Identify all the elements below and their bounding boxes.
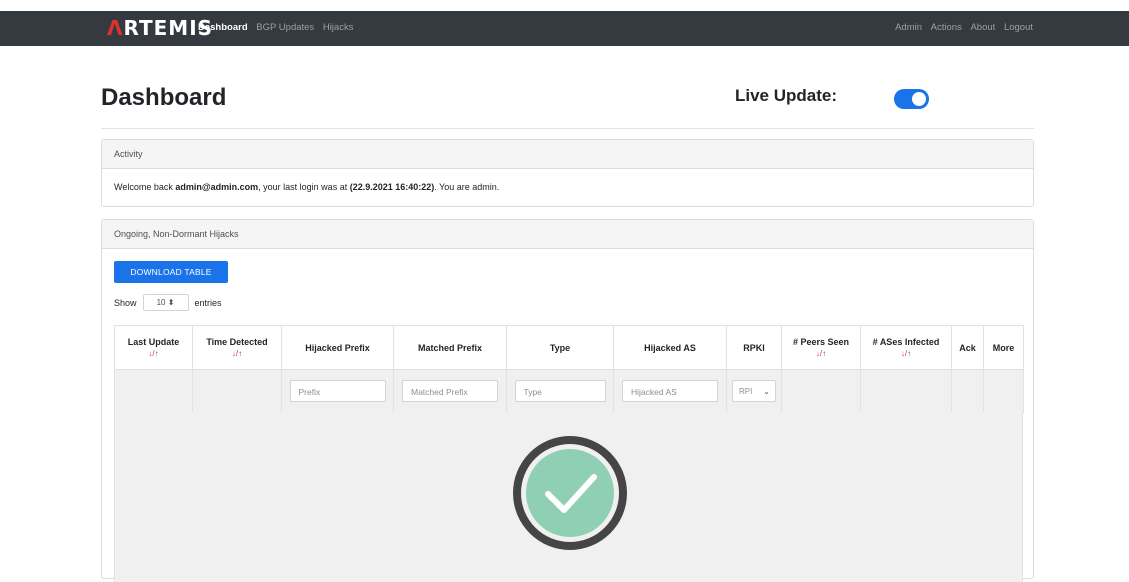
top-navbar: ΛRTEMIS Dashboard BGP Updates Hijacks Ad… bbox=[0, 11, 1129, 46]
filter-cell-empty bbox=[114, 369, 193, 413]
filter-cell: Type bbox=[506, 369, 614, 413]
sort-up-icon: ↑ bbox=[907, 348, 912, 358]
sort-arrows-icon[interactable]: ↓/↑ bbox=[861, 348, 951, 360]
sort-up-icon: ↑ bbox=[822, 348, 827, 358]
sort-arrows-icon[interactable]: ↓/↑ bbox=[115, 348, 192, 360]
header-divider bbox=[101, 128, 1034, 129]
entries-label: entries bbox=[194, 297, 222, 308]
type-filter-input[interactable]: Type bbox=[514, 380, 606, 402]
filter-cell-empty bbox=[781, 369, 861, 413]
col-rpki: RPKI bbox=[726, 325, 782, 370]
col-matched-prefix: Matched Prefix bbox=[393, 325, 507, 370]
matched-prefix-filter-input[interactable]: Matched Prefix bbox=[402, 380, 498, 402]
logo-accent: Λ bbox=[107, 16, 124, 40]
filter-cell: Hijacked AS bbox=[613, 369, 727, 413]
nav-admin-link[interactable]: Admin bbox=[895, 22, 922, 33]
toggle-knob bbox=[912, 92, 926, 106]
hijacks-card: Ongoing, Non-Dormant Hijacks DOWNLOAD TA… bbox=[101, 219, 1034, 582]
sort-arrows-icon[interactable]: ↓/↑ bbox=[193, 348, 281, 360]
nav-bgp-updates-link[interactable]: BGP Updates bbox=[256, 22, 314, 33]
col-peers-seen-label: # Peers Seen bbox=[792, 336, 850, 347]
col-more: More bbox=[983, 325, 1024, 370]
entries-select[interactable]: 10 ⬍ bbox=[142, 294, 189, 311]
nav-dashboard-link[interactable]: Dashboard bbox=[198, 22, 248, 33]
col-ack: Ack bbox=[951, 325, 984, 370]
col-hijacked-prefix: Hijacked Prefix bbox=[281, 325, 394, 370]
nav-about-link[interactable]: About bbox=[970, 22, 995, 33]
col-ases-infected[interactable]: # ASes Infected ↓/↑ bbox=[860, 325, 952, 370]
show-label: Show bbox=[114, 297, 137, 308]
table-empty-state bbox=[114, 412, 1023, 582]
col-last-update-label: Last Update bbox=[127, 336, 180, 347]
select-caret-icon: ⬍ bbox=[167, 298, 175, 307]
prefix-filter-input[interactable]: Prefix bbox=[289, 380, 386, 402]
filter-cell-empty bbox=[983, 369, 1024, 413]
col-time-detected[interactable]: Time Detected ↓/↑ bbox=[192, 325, 282, 370]
nav-left-links: Dashboard BGP Updates Hijacks bbox=[198, 22, 359, 33]
sort-up-icon: ↑ bbox=[154, 348, 159, 358]
col-time-detected-label: Time Detected bbox=[206, 336, 268, 347]
col-last-update[interactable]: Last Update ↓/↑ bbox=[114, 325, 193, 370]
activity-card: Activity Welcome back admin@admin.com, y… bbox=[101, 139, 1034, 207]
filter-cell-empty bbox=[860, 369, 952, 413]
col-type: Type bbox=[506, 325, 614, 370]
table-header-row: Last Update ↓/↑ Time Detected ↓/↑ Hijack… bbox=[114, 325, 1024, 370]
rpki-filter-value: RPI bbox=[739, 387, 753, 396]
col-hijacked-as: Hijacked AS bbox=[613, 325, 727, 370]
filter-cell-empty bbox=[192, 369, 282, 413]
entries-value: 10 bbox=[156, 298, 166, 307]
page-title: Dashboard bbox=[101, 84, 227, 111]
hijacks-table: Last Update ↓/↑ Time Detected ↓/↑ Hijack… bbox=[114, 325, 1024, 413]
live-update-label: Live Update: bbox=[735, 86, 838, 105]
rpki-filter-select[interactable]: RPI ⌄ bbox=[732, 380, 776, 402]
last-login-time: (22.9.2021 16:40:22) bbox=[349, 182, 435, 192]
last-login-text: , your last login was at bbox=[258, 182, 350, 192]
filter-cell: Prefix bbox=[281, 369, 394, 413]
role-text: . You are admin. bbox=[434, 182, 500, 192]
nav-logout-link[interactable]: Logout bbox=[1004, 22, 1033, 33]
download-table-button[interactable]: DOWNLOAD TABLE bbox=[114, 261, 228, 283]
checkmark-circle-icon bbox=[513, 436, 627, 550]
nav-hijacks-link[interactable]: Hijacks bbox=[323, 22, 354, 33]
welcome-prefix: Welcome back bbox=[114, 182, 176, 192]
live-update-toggle[interactable] bbox=[894, 89, 929, 109]
sort-arrows-icon[interactable]: ↓/↑ bbox=[782, 348, 860, 360]
activity-card-header: Activity bbox=[102, 140, 1033, 169]
entries-length-control: Show 10 ⬍ entries bbox=[114, 294, 222, 311]
nav-right-links: Admin Actions About Logout bbox=[889, 22, 1033, 33]
activity-message: Welcome back admin@admin.com, your last … bbox=[102, 169, 1033, 206]
hijacked-as-filter-input[interactable]: Hijacked AS bbox=[622, 380, 718, 402]
filter-cell-empty bbox=[951, 369, 984, 413]
chevron-down-icon: ⌄ bbox=[763, 387, 770, 396]
nav-actions-link[interactable]: Actions bbox=[931, 22, 962, 33]
filter-row: Prefix Matched Prefix Type Hijacked AS R… bbox=[114, 369, 1024, 413]
filter-cell: RPI ⌄ bbox=[726, 369, 782, 413]
sort-up-icon: ↑ bbox=[238, 348, 243, 358]
filter-cell: Matched Prefix bbox=[393, 369, 507, 413]
col-ases-infected-label: # ASes Infected bbox=[872, 336, 940, 347]
hijacks-card-header: Ongoing, Non-Dormant Hijacks bbox=[102, 220, 1033, 249]
user-email: admin@admin.com bbox=[175, 182, 259, 192]
col-peers-seen[interactable]: # Peers Seen ↓/↑ bbox=[781, 325, 861, 370]
